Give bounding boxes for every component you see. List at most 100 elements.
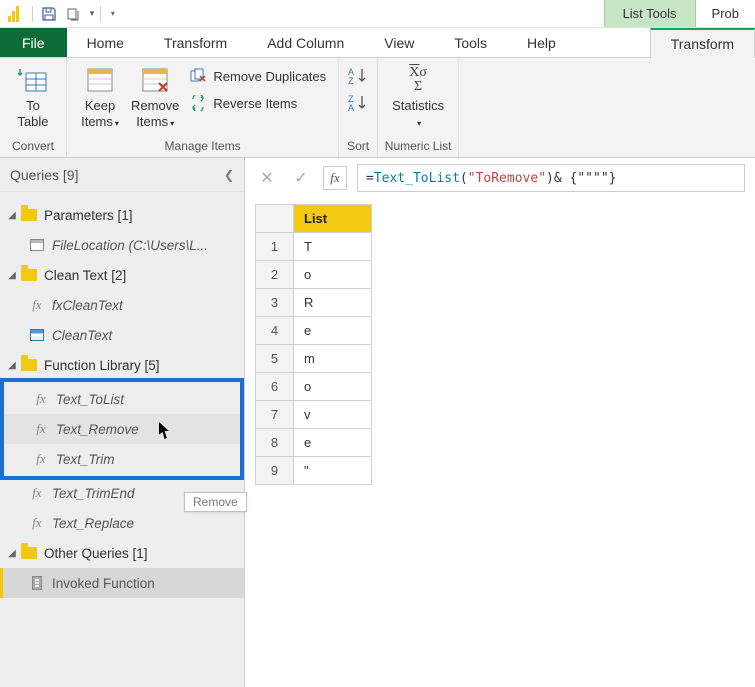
undo-button[interactable] (61, 2, 85, 26)
remove-items-icon (139, 64, 171, 96)
ribbon-group-sort: AZ ZA Sort (339, 58, 378, 157)
reverse-items-button[interactable]: Reverse Items (185, 91, 330, 115)
expand-icon[interactable]: ◢ (6, 270, 18, 281)
function-icon: fx (28, 514, 46, 532)
folder-icon (20, 206, 38, 224)
formula-input[interactable]: = Text_ToList("ToRemove") & {""""} (357, 164, 745, 192)
qat-dropdown-icon[interactable]: ▼ (88, 9, 96, 18)
statistics-icon: XσΣ (402, 64, 434, 96)
tree-group-other-queries[interactable]: ◢ Other Queries [1] (0, 538, 244, 568)
table-icon (28, 326, 46, 344)
tree-item-text-remove[interactable]: fx Text_Remove (4, 414, 240, 444)
svg-text:Z: Z (348, 76, 354, 86)
collapse-pane-icon[interactable]: ❮ (224, 168, 234, 182)
tab-tools[interactable]: Tools (434, 28, 507, 57)
queries-tree: ◢ Parameters [1] FileLocation (C:\Users\… (0, 192, 244, 606)
tree-item-text-tolist[interactable]: fx Text_ToList (4, 384, 240, 414)
grid-row[interactable]: 8e (256, 429, 372, 457)
remove-duplicates-button[interactable]: Remove Duplicates (185, 64, 330, 88)
grid-row[interactable]: 9" (256, 457, 372, 485)
grid-row[interactable]: 1T (256, 233, 372, 261)
function-icon: fx (28, 484, 46, 502)
cancel-formula-button[interactable]: ✕ (255, 166, 279, 190)
folder-icon (20, 356, 38, 374)
grid-row-number[interactable]: 6 (256, 373, 294, 401)
sort-desc-button[interactable]: ZA (347, 91, 369, 115)
to-table-icon (17, 64, 49, 96)
to-table-button[interactable]: To Table (8, 62, 58, 131)
function-icon: fx (28, 296, 46, 314)
tree-item-invoked-function[interactable]: Invoked Function (0, 568, 244, 598)
to-table-label: To Table (17, 98, 48, 129)
tab-help[interactable]: Help (507, 28, 576, 57)
tab-list-transform[interactable]: Transform (650, 28, 755, 58)
function-icon: fx (32, 390, 50, 408)
function-icon: fx (32, 420, 50, 438)
grid-row-number[interactable]: 2 (256, 261, 294, 289)
qat-separator (32, 6, 33, 22)
tree-group-parameters[interactable]: ◢ Parameters [1] (0, 200, 244, 230)
grid-cell[interactable]: m (294, 345, 372, 373)
tab-view[interactable]: View (364, 28, 434, 57)
sort-asc-button[interactable]: AZ (347, 64, 369, 88)
grid-cell[interactable]: R (294, 289, 372, 317)
grid-row-number[interactable]: 5 (256, 345, 294, 373)
grid-row-number[interactable]: 1 (256, 233, 294, 261)
grid-row-number[interactable]: 9 (256, 457, 294, 485)
tree-item-text-trim[interactable]: fx Text_Trim (4, 444, 240, 474)
grid-cell[interactable]: " (294, 457, 372, 485)
save-button[interactable] (37, 2, 61, 26)
grid-column-header[interactable]: List (294, 205, 372, 233)
tree-group-clean-text[interactable]: ◢ Clean Text [2] (0, 260, 244, 290)
remove-duplicates-icon (189, 67, 207, 85)
parameter-icon (28, 236, 46, 254)
grid-row[interactable]: 5m (256, 345, 372, 373)
tree-group-function-library[interactable]: ◢ Function Library [5] (0, 350, 244, 380)
expand-icon[interactable]: ◢ (6, 360, 18, 371)
app-icon (0, 0, 28, 28)
grid-cell[interactable]: o (294, 373, 372, 401)
folder-icon (20, 266, 38, 284)
tab-file[interactable]: File (0, 28, 67, 57)
tab-add-column[interactable]: Add Column (247, 28, 364, 57)
ribbon-group-convert-label: Convert (0, 136, 66, 157)
remove-items-button[interactable]: Remove Items▾ (125, 62, 185, 131)
data-grid[interactable]: List 1T2o3R4e5m6o7v8e9" (255, 204, 372, 485)
commit-formula-button[interactable]: ✓ (289, 166, 313, 190)
expand-icon[interactable]: ◢ (6, 210, 18, 221)
statistics-button[interactable]: XσΣ Statistics▾ (386, 62, 450, 131)
grid-cell[interactable]: T (294, 233, 372, 261)
grid-cell[interactable]: o (294, 261, 372, 289)
tab-transform[interactable]: Transform (144, 28, 247, 57)
fx-icon[interactable]: fx (323, 166, 347, 190)
grid-row[interactable]: 3R (256, 289, 372, 317)
grid-cell[interactable]: e (294, 429, 372, 457)
queries-pane: Queries [9] ❮ ◢ Parameters [1] FileLocat… (0, 158, 245, 687)
keep-items-button[interactable]: Keep Items▾ (75, 62, 125, 131)
grid-row-number[interactable]: 8 (256, 429, 294, 457)
grid-cell[interactable]: e (294, 317, 372, 345)
grid-row-number[interactable]: 7 (256, 401, 294, 429)
grid-corner[interactable] (256, 205, 294, 233)
reverse-items-icon (189, 94, 207, 112)
tree-item-text-replace[interactable]: fx Text_Replace (0, 508, 244, 538)
grid-row[interactable]: 4e (256, 317, 372, 345)
ribbon-group-numeric: XσΣ Statistics▾ Numeric List (378, 58, 459, 157)
tab-home[interactable]: Home (67, 28, 144, 57)
tree-item-fxcleantext[interactable]: fx fxCleanText (0, 290, 244, 320)
expand-icon[interactable]: ◢ (6, 548, 18, 559)
window-title-tail: Prob (696, 6, 755, 21)
grid-cell[interactable]: v (294, 401, 372, 429)
grid-row[interactable]: 7v (256, 401, 372, 429)
grid-row-number[interactable]: 3 (256, 289, 294, 317)
annotation-highlight: fx Text_ToList fx Text_Remove fx Text_Tr… (0, 378, 244, 480)
grid-row[interactable]: 6o (256, 373, 372, 401)
ribbon-tabs: File Home Transform Add Column View Tool… (0, 28, 755, 58)
ribbon-group-manage: Keep Items▾ Remove Items▾ Remove Duplica… (67, 58, 339, 157)
qat-customize-dropdown-icon[interactable]: ▾ (111, 9, 115, 18)
tree-item-cleantext[interactable]: CleanText (0, 320, 244, 350)
tree-item-filelocation[interactable]: FileLocation (C:\Users\L... (0, 230, 244, 260)
grid-row[interactable]: 2o (256, 261, 372, 289)
qat-separator-2 (100, 6, 101, 22)
grid-row-number[interactable]: 4 (256, 317, 294, 345)
